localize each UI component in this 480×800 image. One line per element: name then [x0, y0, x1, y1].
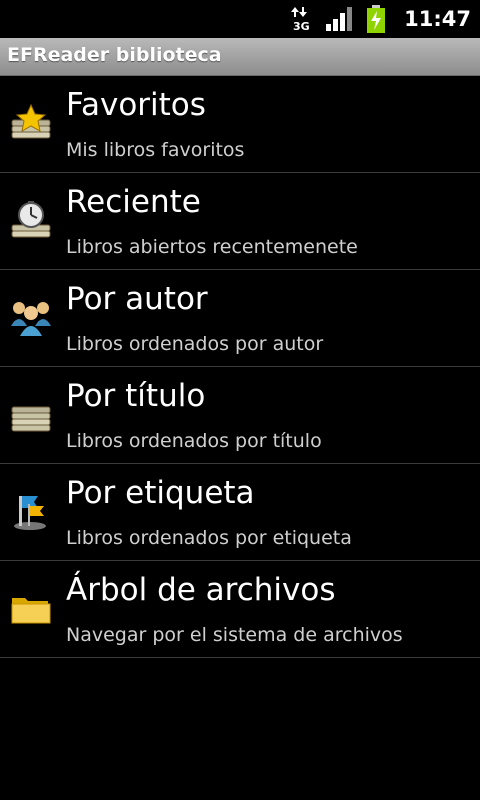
status-bar: 3G 11:47	[0, 0, 480, 38]
menu-item-subtitle: Libros abiertos recentemenete	[66, 236, 358, 258]
menu-item-por-autor[interactable]: Por autor Libros ordenados por autor	[0, 270, 480, 367]
menu-item-subtitle: Libros ordenados por título	[66, 430, 322, 452]
menu-item-subtitle: Libros ordenados por autor	[66, 333, 324, 355]
menu-item-subtitle: Libros ordenados por etiqueta	[66, 527, 352, 549]
folder-icon	[10, 589, 52, 629]
network-type-label: 3G	[293, 20, 310, 32]
books-stack-icon	[10, 395, 52, 435]
app-title: EFReader biblioteca	[7, 44, 222, 66]
flag-icon	[10, 492, 52, 532]
menu-item-label: Reciente	[66, 184, 201, 220]
menu-item-subtitle: Navegar por el sistema de archivos	[66, 624, 403, 646]
status-icons: 3G 11:47	[290, 0, 472, 38]
menu-item-label: Favoritos	[66, 87, 206, 123]
menu-item-label: Árbol de archivos	[66, 572, 336, 608]
menu-item-reciente[interactable]: Reciente Libros abiertos recentemenete	[0, 173, 480, 270]
data-transfer-icon: 3G	[290, 6, 312, 33]
menu-item-arbol-de-archivos[interactable]: Árbol de archivos Navegar por el sistema…	[0, 561, 480, 658]
title-bar: EFReader biblioteca	[0, 38, 480, 76]
menu-item-por-etiqueta[interactable]: Por etiqueta Libros ordenados por etique…	[0, 464, 480, 561]
clock-books-icon	[10, 201, 52, 241]
menu-item-subtitle: Mis libros favoritos	[66, 139, 245, 161]
star-books-icon	[10, 103, 52, 144]
library-menu: Favoritos Mis libros favoritos Reciente …	[0, 76, 480, 658]
menu-item-label: Por autor	[66, 281, 208, 317]
menu-item-label: Por título	[66, 378, 206, 414]
menu-item-label: Por etiqueta	[66, 475, 255, 511]
clock: 11:47	[404, 7, 471, 31]
battery-charging-icon	[366, 5, 386, 33]
menu-item-por-titulo[interactable]: Por título Libros ordenados por título	[0, 367, 480, 464]
menu-item-favoritos[interactable]: Favoritos Mis libros favoritos	[0, 76, 480, 173]
signal-icon	[326, 7, 353, 31]
people-icon	[10, 298, 52, 338]
